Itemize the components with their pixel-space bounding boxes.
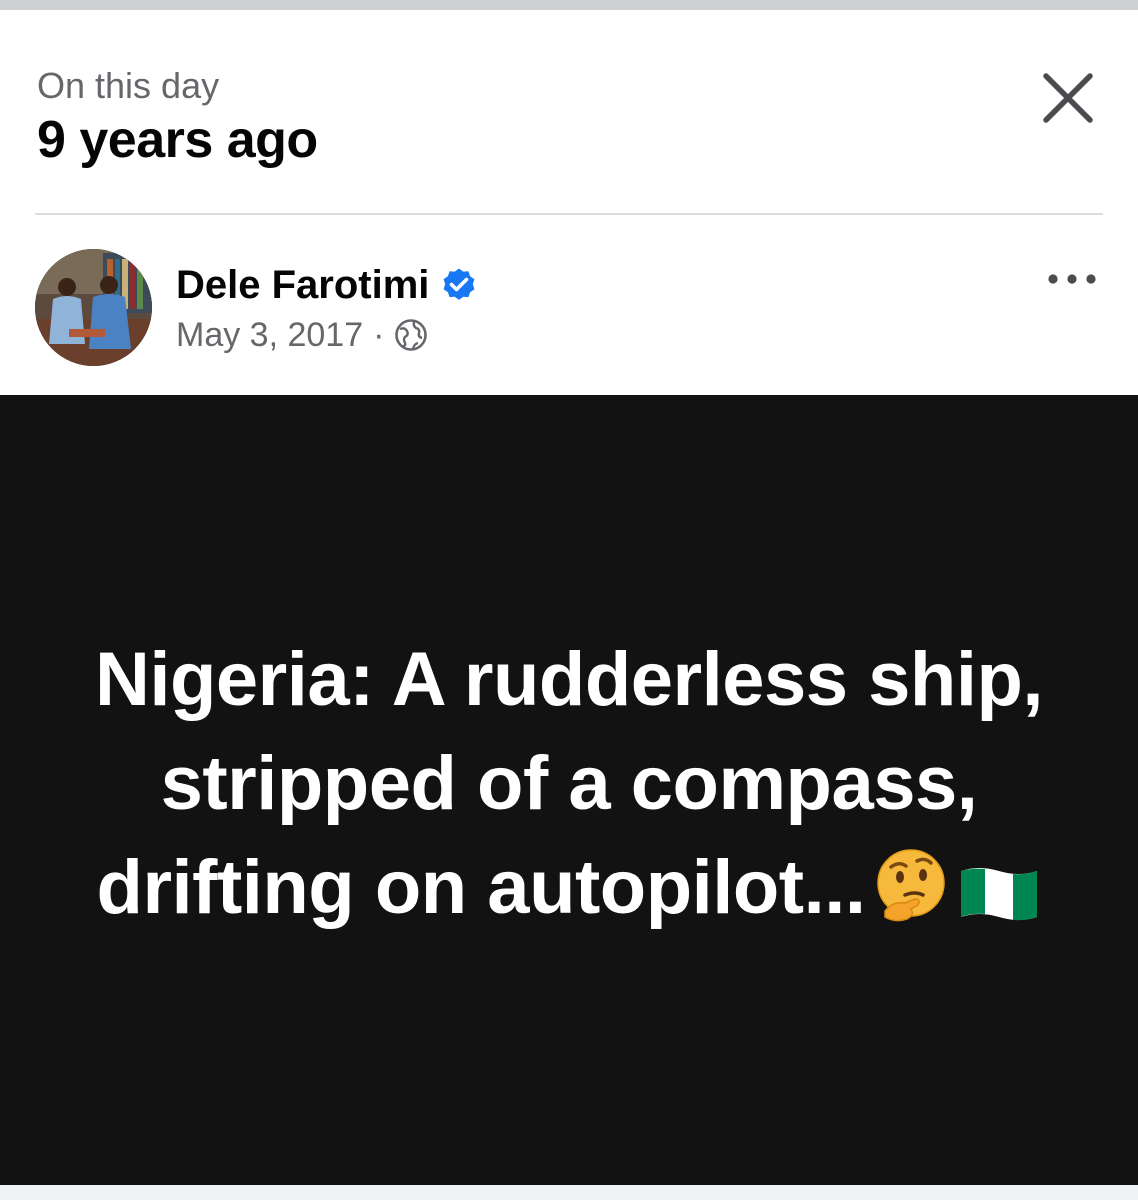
author-row: Dele Farotimi	[176, 259, 477, 311]
more-options-icon	[1048, 274, 1096, 284]
avatar-image	[35, 249, 152, 366]
post-meta: May 3, 2017 ·	[176, 313, 428, 357]
bottom-strip	[0, 1185, 1138, 1200]
globe-icon[interactable]	[394, 318, 428, 352]
more-options-button[interactable]	[1040, 259, 1104, 299]
memory-label: On this day	[37, 65, 220, 106]
author-name[interactable]: Dele Farotimi	[176, 259, 429, 311]
meta-separator: ·	[373, 315, 385, 354]
post-image[interactable]: Nigeria: A rudderless ship, stripped of …	[0, 395, 1138, 1185]
post-image-text-block: Nigeria: A rudderless ship, stripped of …	[79, 628, 1059, 952]
memory-title: 9 years ago	[37, 111, 318, 169]
top-strip	[0, 0, 1138, 10]
thinking-face-emoji	[871, 845, 951, 952]
avatar[interactable]	[35, 249, 152, 366]
nigeria-flag-emoji	[957, 848, 1041, 952]
post-date[interactable]: May 3, 2017	[176, 316, 363, 355]
close-icon	[1043, 73, 1093, 123]
memory-post-page: On this day 9 years ago Dele Farotimi Ma…	[0, 0, 1138, 1200]
close-button[interactable]	[1034, 64, 1102, 132]
verified-badge-icon	[444, 268, 475, 300]
post-header: Dele Farotimi May 3, 2017 ·	[0, 215, 1138, 395]
memory-header: On this day 9 years ago	[0, 10, 1138, 214]
